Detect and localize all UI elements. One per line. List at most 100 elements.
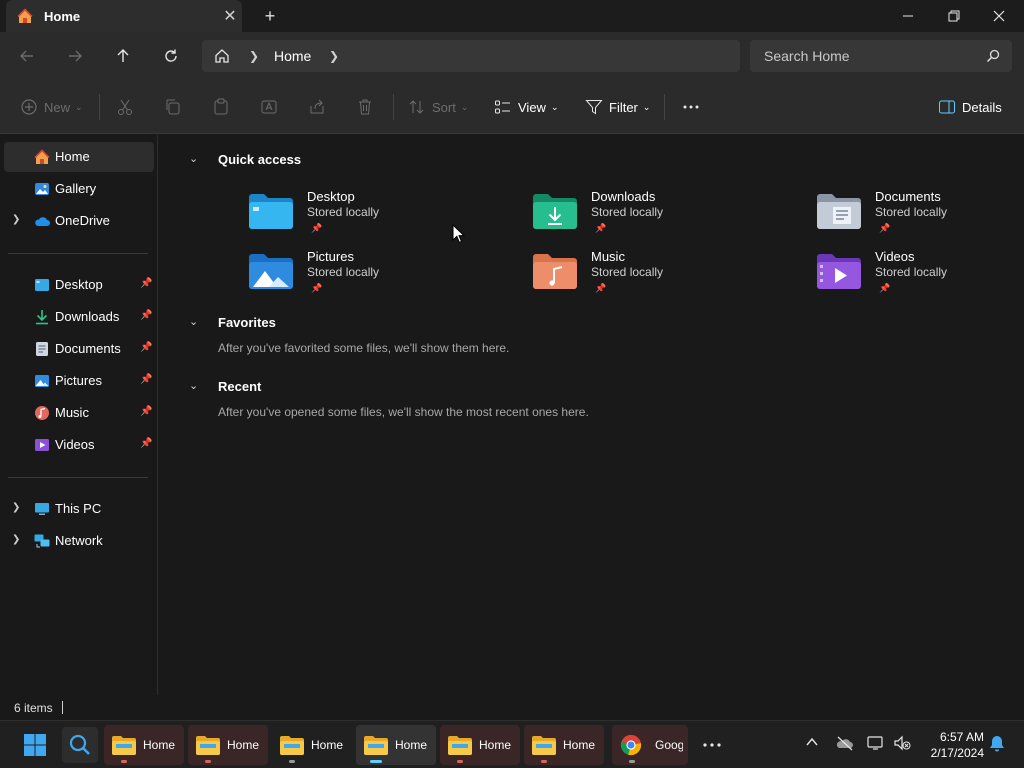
divider	[664, 94, 665, 120]
sort-button[interactable]: Sort ⌄	[408, 95, 468, 119]
sidebar-item-this-pc[interactable]: ❯ This PC	[4, 494, 154, 524]
delete-button[interactable]	[356, 95, 374, 119]
pin-icon: 📌	[595, 283, 607, 293]
forward-button[interactable]	[61, 42, 89, 70]
running-indicator	[121, 760, 127, 763]
taskbar-app-explorer[interactable]: Home	[272, 725, 352, 765]
breadcrumb[interactable]: Home	[274, 48, 311, 64]
videos-icon	[35, 439, 49, 451]
pin-icon[interactable]: 📌	[140, 374, 152, 385]
time-text: 6:57 AM	[939, 730, 984, 744]
taskbar-app-explorer[interactable]: Home	[440, 725, 520, 765]
up-arrow-icon	[117, 49, 129, 62]
close-tab-icon[interactable]: ✕	[218, 4, 242, 28]
sidebar-item-desktop[interactable]: Desktop 📌	[4, 270, 154, 300]
main-content: ⌄ Quick access Desktop Stored locally 📌 …	[159, 135, 1024, 695]
volume-muted-icon	[894, 735, 911, 751]
folder-icon	[448, 736, 472, 755]
quick-access-item-documents[interactable]: Documents Stored locally 📌	[817, 187, 1024, 243]
this-pc-icon	[35, 503, 49, 515]
tab-home[interactable]: Home ✕	[6, 0, 242, 32]
search-input[interactable]	[750, 40, 980, 72]
chevron-down-icon[interactable]: ⌄	[189, 152, 198, 165]
pin-icon[interactable]: 📌	[140, 438, 152, 449]
bell-icon	[990, 736, 1004, 752]
new-button[interactable]: New ⌄	[20, 95, 83, 119]
sidebar-item-gallery[interactable]: Gallery	[4, 174, 154, 204]
copy-button[interactable]	[164, 95, 182, 119]
quick-access-item-videos[interactable]: Videos Stored locally 📌	[817, 247, 1024, 303]
view-button[interactable]: View ⌄	[494, 95, 559, 119]
cut-button[interactable]	[116, 95, 134, 119]
taskbar-app-explorer[interactable]: Home	[104, 725, 184, 765]
chevron-right-icon[interactable]: ❯	[329, 49, 339, 63]
quick-access-item-music[interactable]: Music Stored locally 📌	[533, 247, 773, 303]
pin-icon: 📌	[595, 223, 607, 233]
search-box[interactable]	[750, 40, 1012, 72]
taskbar-app-explorer[interactable]: Home	[524, 725, 604, 765]
minimize-button[interactable]	[885, 0, 931, 32]
documents-icon	[36, 342, 48, 356]
paste-button[interactable]	[212, 95, 230, 119]
folder-icon	[532, 736, 556, 755]
rename-button[interactable]	[260, 95, 278, 119]
quick-access-item-pictures[interactable]: Pictures Stored locally 📌	[249, 247, 489, 303]
chevron-down-icon[interactable]: ⌄	[189, 379, 198, 392]
restore-button[interactable]	[931, 0, 977, 32]
sidebar-item-home[interactable]: Home	[4, 142, 154, 172]
sidebar-item-music[interactable]: Music 📌	[4, 398, 154, 428]
running-indicator	[629, 760, 635, 763]
sidebar-item-pictures[interactable]: Pictures 📌	[4, 366, 154, 396]
notifications-button[interactable]	[989, 735, 1005, 755]
divider	[99, 94, 100, 120]
pin-icon[interactable]: 📌	[140, 342, 152, 353]
start-button[interactable]	[17, 727, 53, 763]
chevron-right-icon[interactable]: ❯	[12, 534, 20, 545]
folder-icon	[196, 736, 220, 755]
pin-icon[interactable]: 📌	[140, 310, 152, 321]
chrome-icon	[620, 734, 642, 756]
sort-icon	[409, 100, 424, 114]
search-button[interactable]	[62, 727, 98, 763]
refresh-button[interactable]	[157, 42, 185, 70]
taskbar-overflow-button[interactable]	[694, 727, 730, 763]
address-bar[interactable]: ❯ Home ❯	[202, 40, 740, 72]
sidebar-item-network[interactable]: ❯ Network	[4, 526, 154, 556]
filter-button[interactable]: Filter ⌄	[585, 95, 650, 119]
back-button[interactable]	[13, 42, 41, 70]
pin-icon[interactable]: 📌	[140, 406, 152, 417]
tab-title: Home	[44, 9, 81, 24]
chevron-down-icon[interactable]: ⌄	[189, 315, 198, 328]
taskbar-app-explorer[interactable]: Home	[188, 725, 268, 765]
taskbar-app-chrome[interactable]: Goog	[612, 725, 688, 765]
chevron-right-icon[interactable]: ❯	[12, 214, 20, 225]
minimize-icon	[903, 15, 913, 17]
chevron-right-icon[interactable]: ❯	[12, 502, 20, 513]
pin-icon[interactable]: 📌	[140, 278, 152, 289]
network-tray-button[interactable]	[867, 735, 885, 754]
divider	[393, 94, 394, 120]
more-options-button[interactable]	[682, 95, 700, 119]
chevron-right-icon: ❯	[249, 49, 260, 63]
running-indicator	[205, 760, 211, 763]
view-icon	[495, 100, 510, 114]
details-button[interactable]: Details	[938, 95, 1002, 119]
volume-tray-button[interactable]	[893, 735, 911, 754]
up-button[interactable]	[109, 42, 137, 70]
close-window-button[interactable]	[976, 0, 1022, 32]
sidebar-item-videos[interactable]: Videos 📌	[4, 430, 154, 460]
more-icon	[703, 743, 721, 747]
clock[interactable]: 6:57 AM 2/17/2024	[920, 729, 984, 761]
show-hidden-icons-button[interactable]	[805, 735, 819, 752]
share-button[interactable]	[308, 95, 326, 119]
onedrive-tray-button[interactable]	[836, 735, 854, 754]
sidebar-item-onedrive[interactable]: ❯ OneDrive	[4, 206, 154, 236]
taskbar-app-explorer-active[interactable]: Home	[356, 725, 436, 765]
sidebar-item-downloads[interactable]: Downloads 📌	[4, 302, 154, 332]
videos-folder-icon	[817, 254, 861, 289]
running-indicator	[457, 760, 463, 763]
back-arrow-icon	[20, 50, 33, 62]
quick-access-item-downloads[interactable]: Downloads Stored locally 📌	[533, 187, 773, 243]
new-tab-button[interactable]: +	[258, 4, 282, 28]
sidebar-item-documents[interactable]: Documents 📌	[4, 334, 154, 364]
